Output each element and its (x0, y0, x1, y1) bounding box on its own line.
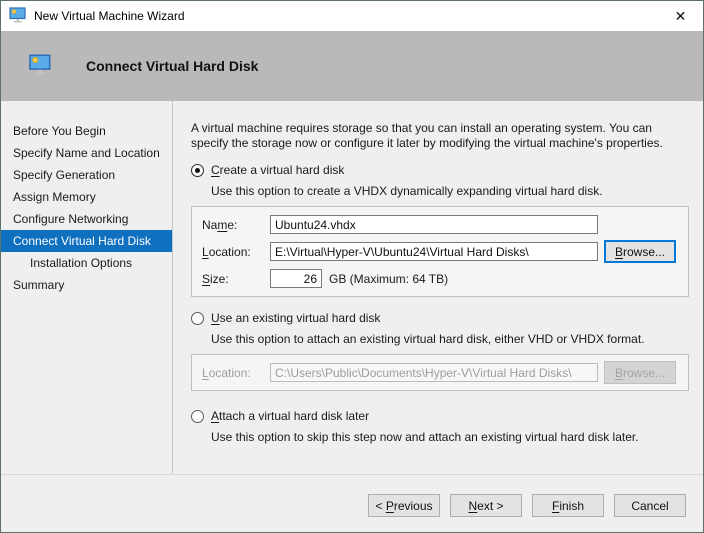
sidebar-item-summary[interactable]: Summary (1, 274, 172, 296)
cancel-button[interactable]: Cancel (614, 494, 686, 517)
window-title: New Virtual Machine Wizard (34, 9, 185, 23)
wizard-page-content: A virtual machine requires storage so th… (173, 101, 703, 474)
location-field[interactable] (270, 242, 598, 261)
sidebar-item-configure-networking[interactable]: Configure Networking (1, 208, 172, 230)
radio-use-existing-virtual-hard-disk-label[interactable]: Use an existing virtual hard disk (211, 311, 380, 325)
name-label: Name: (202, 218, 270, 232)
intro-text: A virtual machine requires storage so th… (191, 121, 690, 151)
create-disk-description: Use this option to create a VHDX dynamic… (211, 184, 690, 198)
radio-attach-virtual-hard-disk-later-label[interactable]: Attach a virtual hard disk later (211, 409, 369, 423)
existing-disk-groupbox: Location: Browse... (191, 354, 689, 391)
size-label: Size: (202, 272, 270, 286)
attach-later-description: Use this option to skip this step now an… (211, 430, 690, 444)
existing-location-field (270, 363, 598, 382)
wizard-footer: < Previous Next > Finish Cancel (1, 474, 703, 532)
hyperv-wizard-icon (9, 7, 27, 26)
titlebar: New Virtual Machine Wizard ✕ (1, 1, 703, 31)
close-icon: ✕ (675, 8, 687, 24)
previous-button[interactable]: < Previous (368, 494, 440, 517)
existing-location-label: Location: (202, 366, 270, 380)
sidebar-item-before-you-begin[interactable]: Before You Begin (1, 120, 172, 142)
location-label: Location: (202, 245, 270, 259)
size-maximum-text: GB (Maximum: 64 TB) (329, 272, 448, 286)
sidebar-item-specify-name-and-location[interactable]: Specify Name and Location (1, 142, 172, 164)
existing-disk-option[interactable]: Use an existing virtual hard disk (191, 311, 690, 325)
existing-disk-description: Use this option to attach an existing vi… (211, 332, 690, 346)
name-field[interactable] (270, 215, 598, 234)
page-title: Connect Virtual Hard Disk (86, 58, 258, 74)
next-button[interactable]: Next > (450, 494, 522, 517)
sidebar-item-specify-generation[interactable]: Specify Generation (1, 164, 172, 186)
sidebar-item-installation-options[interactable]: Installation Options (1, 252, 172, 274)
radio-create-virtual-hard-disk-label[interactable]: Create a virtual hard disk (211, 163, 344, 177)
radio-attach-virtual-hard-disk-later[interactable] (191, 410, 204, 423)
hyperv-wizard-icon (28, 54, 53, 78)
sidebar-item-connect-virtual-hard-disk[interactable]: Connect Virtual Hard Disk (1, 230, 172, 252)
create-disk-option[interactable]: Create a virtual hard disk (191, 163, 690, 177)
radio-create-virtual-hard-disk[interactable] (191, 164, 204, 177)
size-field[interactable] (270, 269, 322, 288)
radio-use-existing-virtual-hard-disk[interactable] (191, 312, 204, 325)
attach-later-option[interactable]: Attach a virtual hard disk later (191, 409, 690, 423)
close-button[interactable]: ✕ (658, 1, 703, 31)
create-disk-groupbox: Name: Location: Browse... Size: GB (Maxi… (191, 206, 689, 297)
wizard-window: New Virtual Machine Wizard ✕ Connect Vir… (0, 0, 704, 533)
sidebar-item-assign-memory[interactable]: Assign Memory (1, 186, 172, 208)
wizard-steps-sidebar: Before You Begin Specify Name and Locati… (1, 101, 173, 474)
existing-browse-button: Browse... (604, 361, 676, 384)
wizard-header: Connect Virtual Hard Disk (1, 31, 703, 101)
finish-button[interactable]: Finish (532, 494, 604, 517)
browse-button[interactable]: Browse... (604, 240, 676, 263)
